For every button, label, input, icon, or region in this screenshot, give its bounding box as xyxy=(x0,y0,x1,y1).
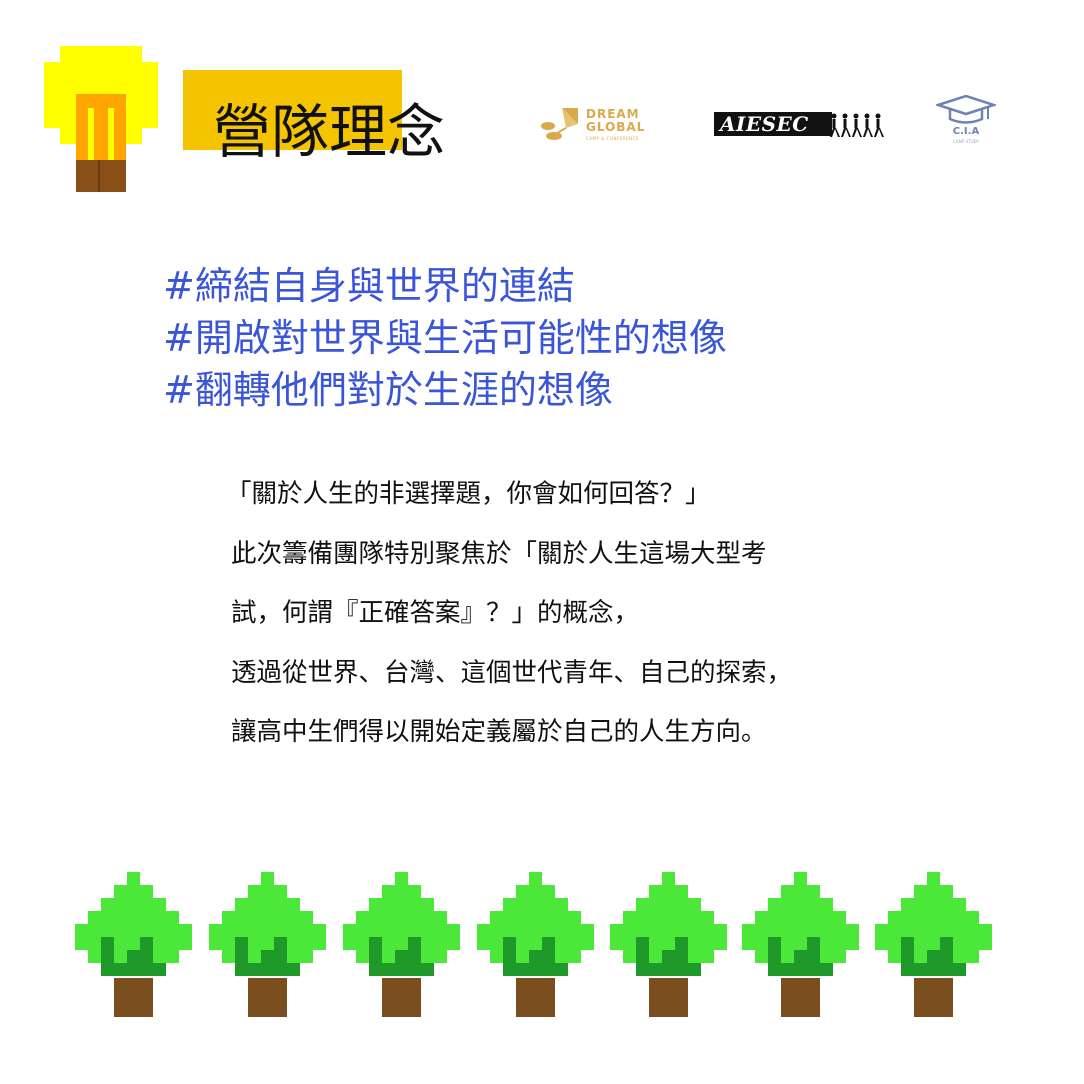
hashtag-list: #締結自身與世界的連結 #開啟對世界與生活可能性的想像 #翻轉他們對於生涯的想像 xyxy=(163,260,727,416)
aiesec-logo: AIESEC xyxy=(714,112,886,138)
cia-logo: C.I.A CAMP STUDY xyxy=(936,95,996,151)
dream-global-logo: DREAM GLOBAL CAMP & CONFERENCE xyxy=(540,106,650,146)
paragraph-line-5: 讓高中生們得以開始定義屬於自己的人生方向。 xyxy=(231,717,767,747)
paragraph-line-4: 透過從世界、台灣、這個世代青年、自己的探索， xyxy=(231,657,793,688)
hashtag-3: #翻轉他們對於生涯的想像 xyxy=(163,368,613,412)
page-title: 營隊理念 xyxy=(213,98,446,166)
pixel-tree-icon xyxy=(75,872,192,1017)
kite-icon xyxy=(541,108,578,140)
paragraph-line-3: 試，何謂『正確答案』？」的概念， xyxy=(231,598,640,628)
walking-people-icon xyxy=(830,113,884,137)
pixel-tree-icon xyxy=(875,872,992,1017)
pixel-tree-icon xyxy=(209,872,326,1017)
dream-global-name: DREAM GLOBAL xyxy=(586,107,646,134)
graduation-cap-icon xyxy=(936,95,996,124)
pixel-tree-icon xyxy=(477,872,594,1017)
pixel-tree-icon xyxy=(343,872,460,1017)
aiesec-text: AIESEC xyxy=(720,112,809,136)
cia-name: C.I.A xyxy=(952,126,980,137)
hashtag-1: #締結自身與世界的連結 xyxy=(163,264,575,308)
concept-paragraph: 「關於人生的非選擇題，你會如何回答？」 此次籌備團隊特別聚焦於「關於人生這場大型… xyxy=(226,465,1026,763)
paragraph-line-1: 「關於人生的非選擇題，你會如何回答？」 xyxy=(226,479,711,509)
pixel-tree-icon xyxy=(610,872,727,1017)
paragraph-line-2: 此次籌備團隊特別聚焦於「關於人生這場大型考 xyxy=(231,538,767,569)
dream-global-tagline: CAMP & CONFERENCE xyxy=(586,136,639,141)
pixel-lightbulb-icon xyxy=(44,46,158,192)
cia-tagline: CAMP STUDY xyxy=(953,139,979,144)
pixel-tree-icon xyxy=(742,872,859,1017)
hashtag-2: #開啟對世界與生活可能性的想像 xyxy=(163,316,727,360)
tree-row xyxy=(75,872,1000,1022)
